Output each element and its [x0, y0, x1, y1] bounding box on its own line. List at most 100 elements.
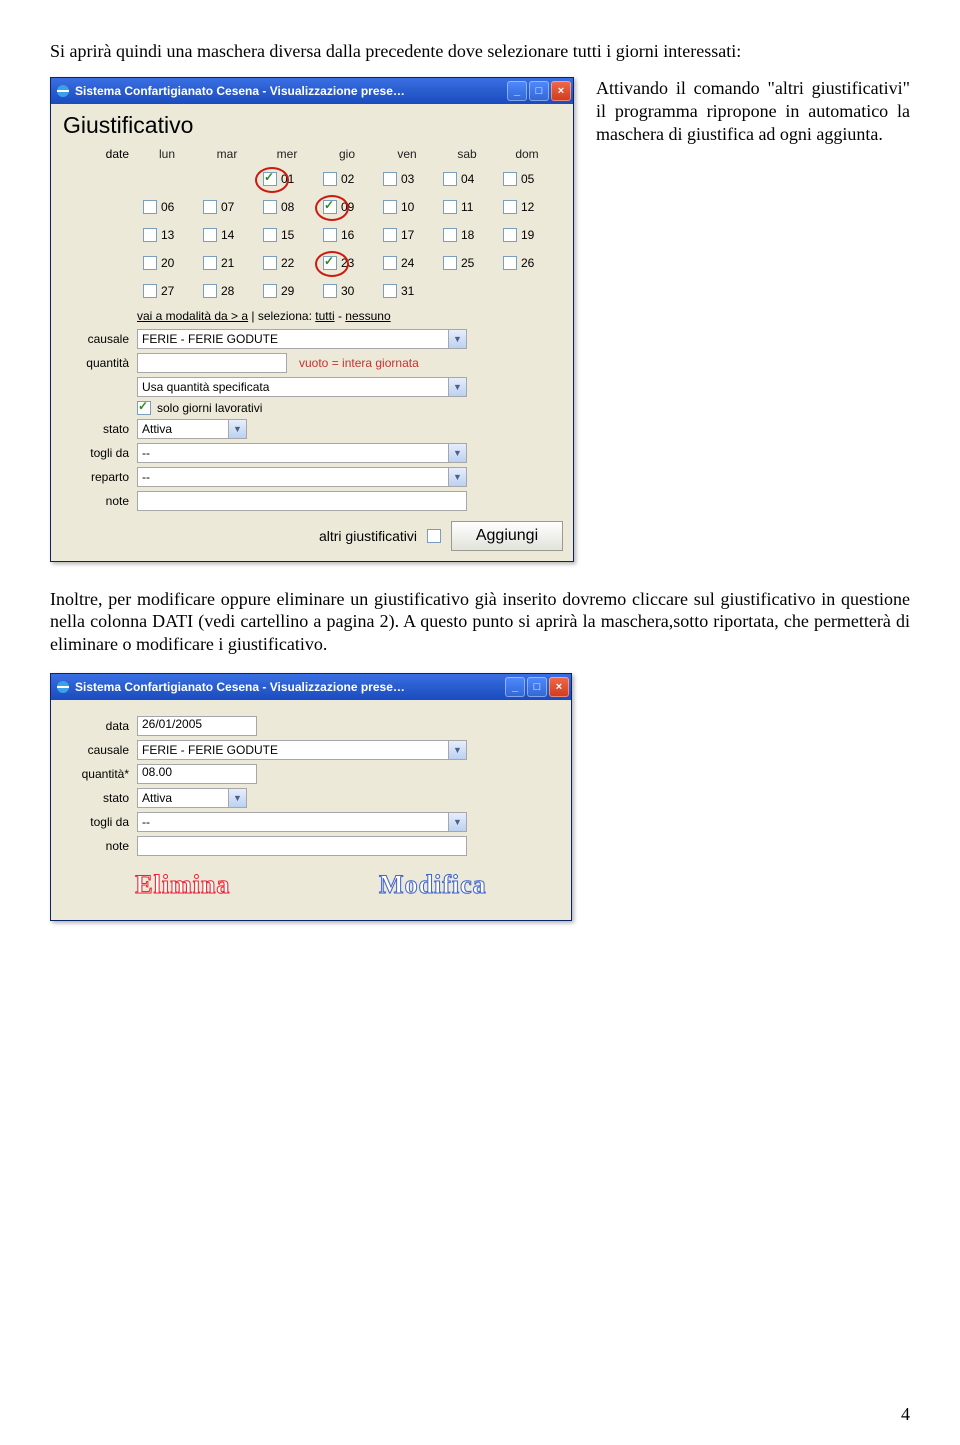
select-stato[interactable]: Attiva▼ [137, 419, 247, 439]
calendar-cell[interactable]: 26 [497, 249, 557, 277]
maximize-button[interactable]: □ [527, 677, 547, 697]
link-nessuno[interactable]: nessuno [345, 309, 390, 323]
calendar-cell[interactable]: 09 [317, 193, 377, 221]
day-checkbox[interactable] [203, 200, 217, 214]
maximize-button[interactable]: □ [529, 81, 549, 101]
select-stato[interactable]: Attiva▼ [137, 788, 247, 808]
weekday-label: mar [197, 147, 257, 161]
close-button[interactable]: × [549, 677, 569, 697]
calendar-cell[interactable]: 21 [197, 249, 257, 277]
select-togli-da[interactable]: --▼ [137, 443, 467, 463]
calendar-cell[interactable]: 04 [437, 165, 497, 193]
calendar-cell[interactable]: 19 [497, 221, 557, 249]
calendar-cell[interactable]: 13 [137, 221, 197, 249]
input-note[interactable] [137, 491, 467, 511]
titlebar[interactable]: Sistema Confartigianato Cesena - Visuali… [51, 674, 571, 700]
day-checkbox[interactable] [503, 200, 517, 214]
select-causale[interactable]: FERIE - FERIE GODUTE▼ [137, 329, 467, 349]
input-quantita[interactable]: 08.00 [137, 764, 257, 784]
day-checkbox[interactable] [443, 256, 457, 270]
chevron-down-icon: ▼ [448, 741, 466, 759]
day-checkbox[interactable] [443, 200, 457, 214]
day-checkbox[interactable] [263, 172, 277, 186]
calendar-cell[interactable]: 31 [377, 277, 437, 305]
calendar-cell[interactable]: 30 [317, 277, 377, 305]
calendar-cell[interactable]: 15 [257, 221, 317, 249]
chevron-down-icon: ▼ [448, 330, 466, 348]
input-quantita[interactable] [137, 353, 287, 373]
day-checkbox[interactable] [383, 284, 397, 298]
calendar-cell[interactable]: 07 [197, 193, 257, 221]
select-quantita-mode[interactable]: Usa quantità specificata▼ [137, 377, 467, 397]
calendar-cell[interactable]: 23 [317, 249, 377, 277]
day-checkbox[interactable] [323, 256, 337, 270]
calendar-cell[interactable]: 16 [317, 221, 377, 249]
day-number: 20 [161, 256, 174, 270]
day-checkbox[interactable] [323, 200, 337, 214]
day-checkbox[interactable] [263, 228, 277, 242]
day-checkbox[interactable] [203, 256, 217, 270]
titlebar[interactable]: Sistema Confartigianato Cesena - Visuali… [51, 78, 573, 104]
calendar-cell[interactable]: 25 [437, 249, 497, 277]
calendar-cell[interactable]: 17 [377, 221, 437, 249]
checkbox-altri-giustificativi[interactable] [427, 529, 441, 543]
day-checkbox[interactable] [203, 228, 217, 242]
day-checkbox[interactable] [143, 256, 157, 270]
modifica-button[interactable]: Modifica [379, 870, 487, 900]
day-checkbox[interactable] [263, 200, 277, 214]
day-checkbox[interactable] [383, 200, 397, 214]
day-checkbox[interactable] [263, 256, 277, 270]
minimize-button[interactable]: _ [507, 81, 527, 101]
day-checkbox[interactable] [323, 284, 337, 298]
calendar-cell[interactable]: 18 [437, 221, 497, 249]
minimize-button[interactable]: _ [505, 677, 525, 697]
select-reparto[interactable]: --▼ [137, 467, 467, 487]
weekday-label: gio [317, 147, 377, 161]
calendar-cell[interactable]: 28 [197, 277, 257, 305]
calendar-cell[interactable]: 01 [257, 165, 317, 193]
calendar-cell[interactable]: 05 [497, 165, 557, 193]
day-checkbox[interactable] [263, 284, 277, 298]
day-checkbox[interactable] [143, 228, 157, 242]
day-checkbox[interactable] [383, 256, 397, 270]
calendar-cell[interactable]: 10 [377, 193, 437, 221]
link-modalita[interactable]: vai a modalità da > a [137, 309, 248, 323]
day-number: 07 [221, 200, 234, 214]
day-checkbox[interactable] [143, 284, 157, 298]
elimina-button[interactable]: Elimina [135, 870, 230, 900]
day-checkbox[interactable] [203, 284, 217, 298]
link-tutti[interactable]: tutti [315, 309, 334, 323]
close-button[interactable]: × [551, 81, 571, 101]
day-checkbox[interactable] [323, 172, 337, 186]
day-checkbox[interactable] [503, 256, 517, 270]
calendar-cell[interactable]: 02 [317, 165, 377, 193]
calendar-cell[interactable]: 22 [257, 249, 317, 277]
calendar-cell[interactable]: 29 [257, 277, 317, 305]
day-checkbox[interactable] [323, 228, 337, 242]
label-date: date [61, 147, 137, 161]
calendar-cell[interactable]: 03 [377, 165, 437, 193]
checkbox-solo-lavorativi[interactable] [137, 401, 151, 415]
day-checkbox[interactable] [503, 172, 517, 186]
label-altri-giustificativi: altri giustificativi [319, 528, 417, 544]
calendar-cell[interactable]: 14 [197, 221, 257, 249]
input-note[interactable] [137, 836, 467, 856]
calendar-cell[interactable]: 27 [137, 277, 197, 305]
day-checkbox[interactable] [383, 172, 397, 186]
calendar-cell[interactable]: 06 [137, 193, 197, 221]
day-number: 17 [401, 228, 414, 242]
day-checkbox[interactable] [143, 200, 157, 214]
day-checkbox[interactable] [503, 228, 517, 242]
calendar-cell[interactable]: 08 [257, 193, 317, 221]
calendar-cell[interactable]: 24 [377, 249, 437, 277]
calendar-cell[interactable]: 11 [437, 193, 497, 221]
select-causale[interactable]: FERIE - FERIE GODUTE▼ [137, 740, 467, 760]
day-checkbox[interactable] [383, 228, 397, 242]
calendar-cell[interactable]: 12 [497, 193, 557, 221]
aggiungi-button[interactable]: Aggiungi [451, 521, 563, 551]
calendar-cell[interactable]: 20 [137, 249, 197, 277]
input-data[interactable]: 26/01/2005 [137, 716, 257, 736]
day-checkbox[interactable] [443, 172, 457, 186]
select-togli-da[interactable]: --▼ [137, 812, 467, 832]
day-checkbox[interactable] [443, 228, 457, 242]
